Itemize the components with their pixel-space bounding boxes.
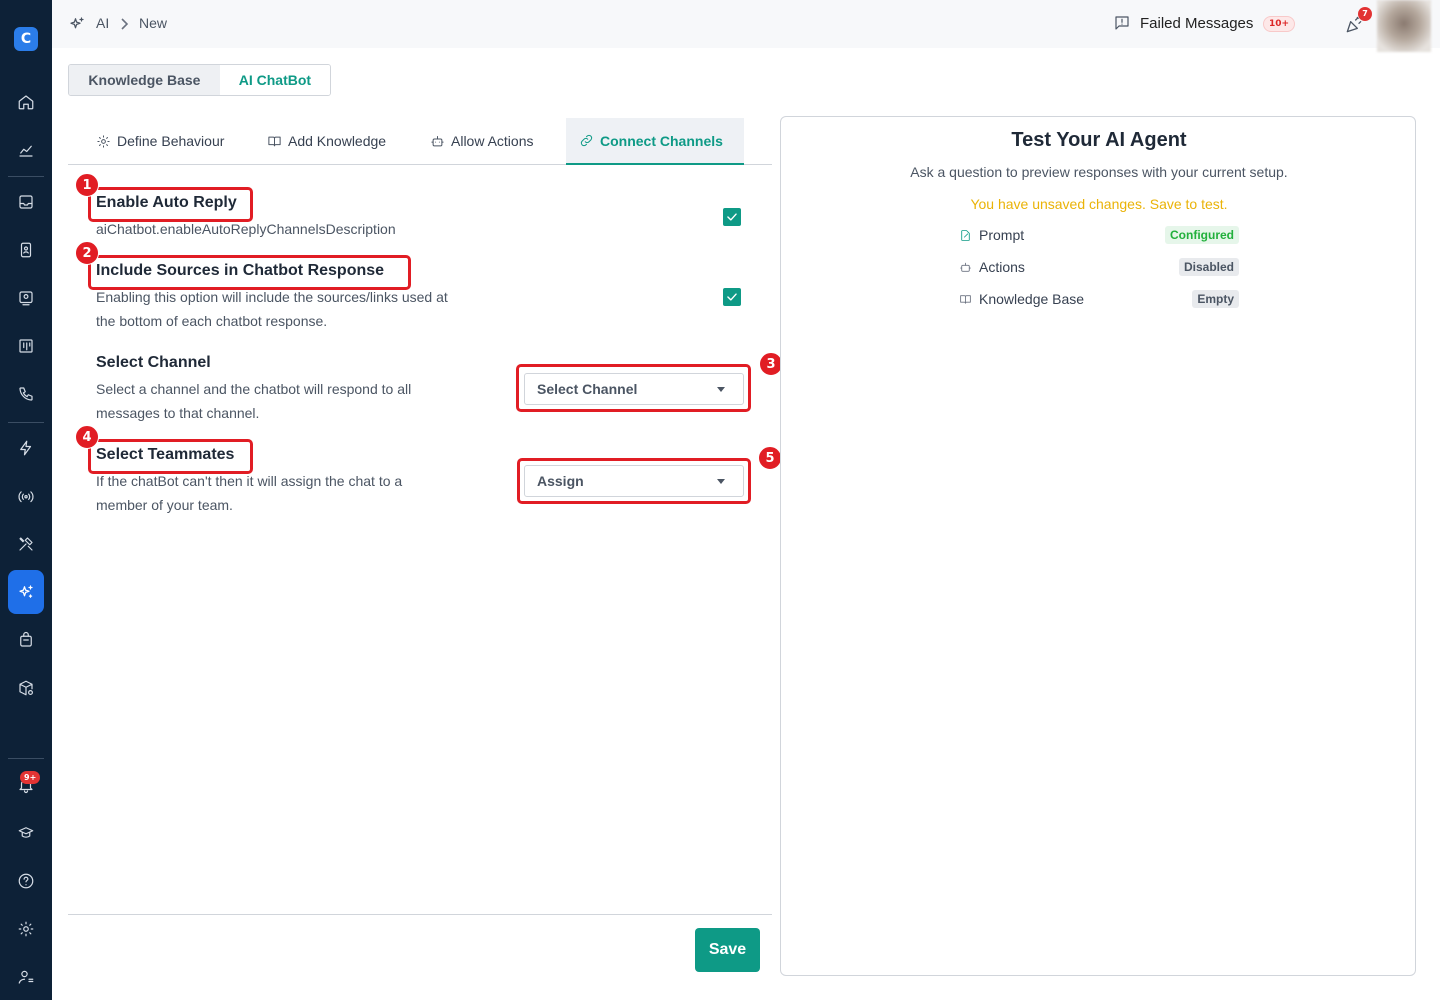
contacts-icon[interactable] <box>8 232 44 268</box>
status-row-prompt: Prompt Configured <box>959 225 1239 247</box>
test-panel-title: Test Your AI Agent <box>1011 129 1187 151</box>
caret-down-icon <box>717 479 725 484</box>
status-row-actions: Actions Disabled <box>959 257 1239 279</box>
channel-select-value: Select Channel <box>537 381 638 397</box>
avatar[interactable] <box>1377 0 1431 52</box>
auto-reply-title: Enable Auto Reply <box>96 194 237 211</box>
tab-define-behaviour[interactable]: Define Behaviour <box>96 118 224 164</box>
tab-label: Allow Actions <box>451 133 534 149</box>
announcement-badge: 7 <box>1358 7 1372 21</box>
unsaved-warning: You have unsaved changes. Save to test. <box>970 196 1228 212</box>
tab-add-knowledge[interactable]: Add Knowledge <box>267 118 386 164</box>
sidebar: C 9+ <box>0 0 52 1000</box>
sub-tabs: Define Behaviour Add Knowledge Allow Act… <box>68 118 772 165</box>
tab-label: Add Knowledge <box>288 133 387 149</box>
settings-icon[interactable] <box>8 911 44 947</box>
status-badge: Configured <box>1165 226 1239 244</box>
save-button[interactable]: Save <box>695 928 760 972</box>
status-row-knowledge-base: Knowledge Base Empty <box>959 289 1239 311</box>
select-teammates-title: Select Teammates <box>96 446 235 463</box>
chevron-right-icon <box>118 16 130 35</box>
message-alert-icon[interactable] <box>1113 14 1131 36</box>
select-channel-title: Select Channel <box>96 354 211 371</box>
select-teammates-description-line2: member of your team. <box>96 497 233 513</box>
board-icon[interactable] <box>8 328 44 364</box>
app-logo[interactable]: C <box>14 27 38 51</box>
select-channel-description-line1: Select a channel and the chatbot will re… <box>96 381 412 397</box>
status-badge: Disabled <box>1178 258 1239 276</box>
signal-icon[interactable] <box>8 478 44 514</box>
check-icon <box>727 213 737 221</box>
sidebar-divider <box>8 176 44 177</box>
automation-icon[interactable] <box>8 430 44 466</box>
academy-icon[interactable] <box>8 815 44 851</box>
analytics-icon[interactable] <box>8 132 44 168</box>
teammates-select-value: Assign <box>537 473 584 489</box>
test-panel-subtitle: Ask a question to preview responses with… <box>910 164 1288 180</box>
breadcrumb-root[interactable]: AI <box>96 15 109 31</box>
include-sources-description-line2: the bottom of each chatbot response. <box>96 313 328 329</box>
ai-sparkle-icon[interactable] <box>8 570 44 614</box>
include-sources-description-line1: Enabling this option will include the so… <box>96 289 448 305</box>
robot-icon <box>431 135 444 146</box>
auto-reply-checkbox[interactable] <box>723 208 741 226</box>
inbox-icon[interactable] <box>8 184 44 220</box>
annotation-marker: 5 <box>758 446 782 470</box>
status-label: Prompt <box>979 227 1025 243</box>
sidebar-divider <box>8 422 44 423</box>
status-label: Actions <box>979 259 1025 275</box>
user-settings-icon[interactable] <box>8 959 44 995</box>
book-icon <box>268 136 281 146</box>
sidebar-divider <box>8 758 44 759</box>
include-sources-title: Include Sources in Chatbot Response <box>96 262 385 279</box>
book-icon <box>960 295 971 304</box>
edit-document-icon <box>961 230 970 241</box>
shop-icon[interactable] <box>8 622 44 658</box>
broadcast-icon[interactable] <box>8 280 44 316</box>
notifications-badge: 9+ <box>20 771 41 784</box>
include-sources-checkbox[interactable] <box>723 288 741 306</box>
check-icon <box>727 293 737 301</box>
select-teammates-description-line1: If the chatBot can't then it will assign… <box>96 473 403 489</box>
tab-connect-channels[interactable]: Connect Channels <box>566 118 744 165</box>
help-icon[interactable] <box>8 863 44 899</box>
tab-allow-actions[interactable]: Allow Actions <box>430 118 533 164</box>
breadcrumb-current: New <box>139 15 168 31</box>
status-label: Knowledge Base <box>979 291 1085 307</box>
phone-icon[interactable] <box>8 376 44 412</box>
tab-label: Connect Channels <box>600 132 723 149</box>
gear-icon <box>97 134 110 148</box>
ai-sparkle-icon <box>68 15 86 37</box>
top-tabs: Knowledge Base AI ChatBot <box>68 64 331 96</box>
test-agent-panel: Test Your AI Agent Ask a question to pre… <box>780 116 1416 976</box>
failed-messages-link[interactable]: Failed Messages <box>1140 15 1253 32</box>
package-settings-icon[interactable] <box>8 670 44 706</box>
failed-messages-badge: 10+ <box>1263 16 1296 32</box>
tab-ai-chatbot[interactable]: AI ChatBot <box>219 65 330 95</box>
auto-reply-description: aiChatbot.enableAutoReplyChannelsDescrip… <box>96 221 396 237</box>
tab-label: Define Behaviour <box>117 133 225 149</box>
channel-select[interactable]: Select Channel <box>524 373 744 405</box>
footer-divider <box>68 914 772 915</box>
select-channel-description-line2: messages to that channel. <box>96 405 260 421</box>
robot-icon <box>960 262 971 272</box>
link-icon <box>580 134 593 147</box>
caret-down-icon <box>717 387 725 392</box>
teammates-select[interactable]: Assign <box>524 465 744 497</box>
tab-knowledge-base[interactable]: Knowledge Base <box>69 65 220 95</box>
home-icon[interactable] <box>8 84 44 120</box>
status-badge: Empty <box>1192 290 1239 308</box>
top-bar: AI New Failed Messages 10+ 7 <box>52 0 1440 52</box>
tools-icon[interactable] <box>8 526 44 562</box>
